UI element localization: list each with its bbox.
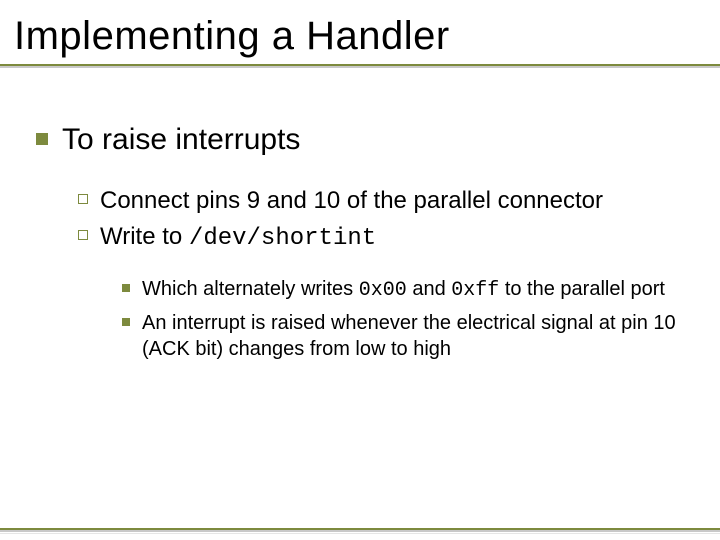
text-run: Write to [100, 223, 189, 250]
list-item: Write to /dev/shortint [78, 222, 684, 254]
lvl2-text: Write to /dev/shortint [100, 222, 376, 254]
lvl1-text: To raise interrupts [62, 122, 300, 158]
footer-divider-shadow [0, 533, 720, 534]
footer-divider [0, 528, 720, 530]
square-bullet-icon [122, 284, 130, 292]
list-item: Connect pins 9 and 10 of the parallel co… [78, 186, 684, 216]
list-item: An interrupt is raised whenever the elec… [122, 310, 684, 362]
open-square-bullet-icon [78, 194, 88, 204]
text-run: Which alternately writes [142, 278, 359, 300]
slide: Implementing a Handler To raise interrup… [0, 0, 720, 540]
list-item: To raise interrupts [36, 122, 684, 158]
code-text: 0x00 [359, 279, 407, 302]
list-item: Which alternately writes 0x00 and 0xff t… [122, 276, 684, 304]
title-underline-shadow [0, 66, 720, 68]
code-text: 0xff [451, 279, 499, 302]
code-text: /dev/shortint [189, 225, 376, 252]
lvl3-text: An interrupt is raised whenever the elec… [142, 310, 684, 362]
text-run: and [407, 278, 451, 300]
lvl2-text: Connect pins 9 and 10 of the parallel co… [100, 186, 603, 216]
footer-divider-shadow [0, 530, 720, 532]
lvl3-text: Which alternately writes 0x00 and 0xff t… [142, 276, 665, 304]
slide-title: Implementing a Handler [14, 14, 720, 64]
square-bullet-icon [36, 133, 48, 145]
text-run: to the parallel port [499, 278, 665, 300]
open-square-bullet-icon [78, 230, 88, 240]
lvl3-group: Which alternately writes 0x00 and 0xff t… [78, 260, 684, 362]
lvl2-group: Connect pins 9 and 10 of the parallel co… [36, 186, 684, 362]
slide-body: To raise interrupts Connect pins 9 and 1… [0, 64, 720, 362]
title-area: Implementing a Handler [0, 0, 720, 64]
square-bullet-icon [122, 318, 130, 326]
